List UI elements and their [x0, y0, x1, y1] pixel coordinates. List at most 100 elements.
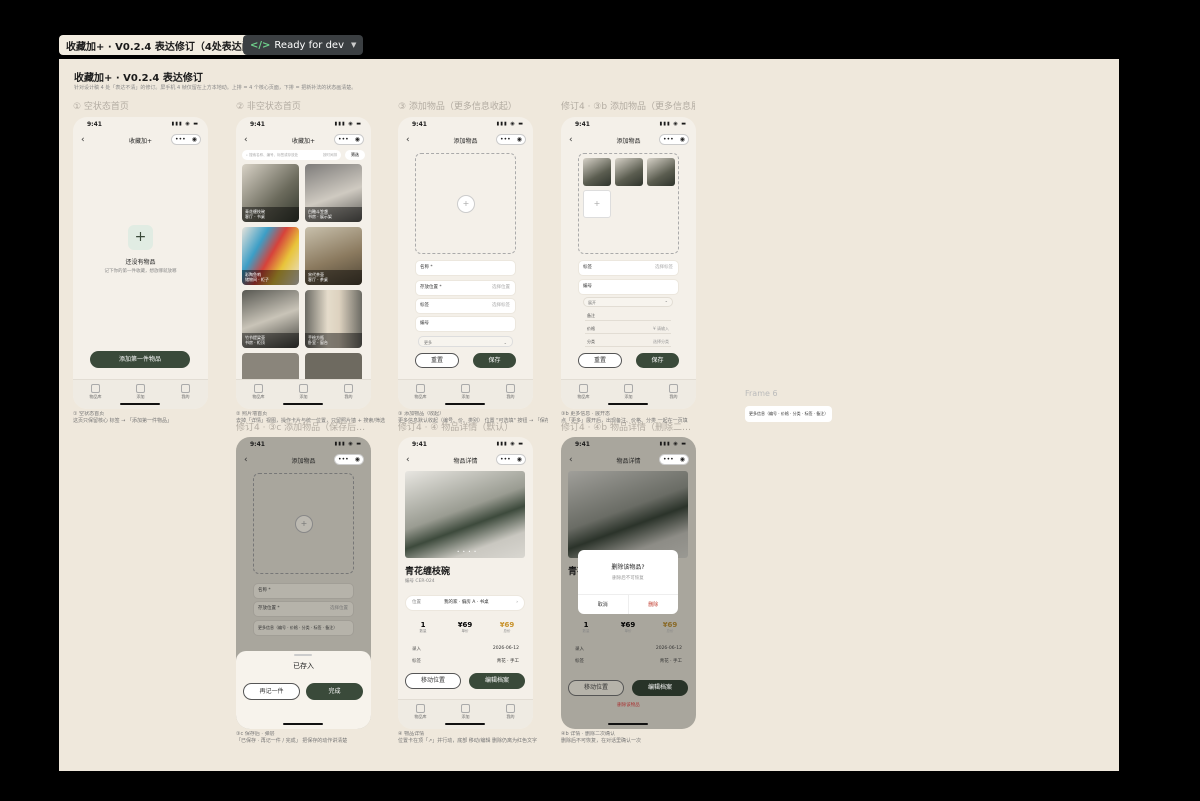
filter-button[interactable]: 筛选 — [345, 150, 365, 160]
phone-delete-confirm[interactable]: 9:41 ▮▮▮ ◉ ▬ ‹ 物品详情 •••◉ 青花缠枝碗 1数量 ¥69单价… — [561, 437, 696, 729]
more-dots-icon[interactable]: ••• — [338, 455, 349, 464]
photo-thumb[interactable] — [583, 158, 611, 186]
item-card[interactable]: 竹节提梁壶 书房 · 柜顶 — [242, 290, 299, 348]
save-button[interactable]: 保存 — [636, 353, 679, 368]
field-value: ¥ 请输入 — [653, 326, 669, 331]
tab-me[interactable]: 我的 — [334, 384, 364, 409]
item-card[interactable]: 白釉斗笠盏 书房 · 展示架 — [305, 164, 362, 222]
tab-add[interactable]: 添加 — [614, 384, 644, 409]
move-location-button[interactable]: 移动位置 — [405, 673, 461, 689]
code-field[interactable]: 编号 — [415, 316, 516, 332]
more-label: 更多 — [424, 340, 432, 345]
close-mini-icon[interactable]: ◉ — [680, 455, 685, 464]
more-dots-icon[interactable]: ••• — [500, 455, 511, 464]
home-indicator — [445, 403, 485, 405]
frame-note: ① 空状态首页 这页只保留核心 标签 → 「添加第一件物品」 — [73, 411, 172, 424]
phone-empty-home[interactable]: 9:41 ▮▮▮ ◉ ▬ ‹ 收藏加+ ••• ◉ + 还没有物品 记下你的第一件… — [73, 117, 208, 409]
location-card[interactable]: 位置 我的家 · 偏房 A · 书桌 › — [405, 595, 525, 611]
row-label: 录入 — [412, 647, 421, 652]
price-field[interactable]: 价格 ¥ 请输入 — [585, 324, 671, 334]
status-icons: ▮▮▮ ◉ ▬ — [496, 121, 524, 127]
add-photo-button[interactable]: + — [583, 190, 611, 218]
capsule-menu[interactable]: ••• ◉ — [496, 454, 526, 465]
item-card[interactable]: 青花缠枝碗 客厅 · 书桌 — [242, 164, 299, 222]
more-toggle[interactable]: 更多 ⌄ — [418, 336, 513, 347]
item-card[interactable]: 宋代茶壶 客厅 · 茶桌 — [305, 227, 362, 285]
status-icons: ▮▮▮ ◉ ▬ — [659, 121, 687, 127]
photo-thumb[interactable] — [647, 158, 675, 186]
tag-field[interactable]: 标签 选择标签 — [415, 298, 516, 314]
stat-value: ¥69 — [620, 621, 636, 629]
tab-me[interactable]: 我的 — [171, 384, 201, 409]
close-mini-icon[interactable]: ◉ — [680, 135, 685, 144]
code-field[interactable]: 编号 — [578, 279, 679, 295]
close-mini-icon[interactable]: ◉ — [355, 135, 360, 144]
capsule-menu[interactable]: ••• ◉ — [659, 134, 689, 145]
phone-home-grid[interactable]: 9:41 ▮▮▮ ◉ ▬ ‹ 收藏加+ ••• ◉ ⌕ 搜索名称、编号、标签或存放… — [236, 117, 371, 409]
more-dots-icon[interactable]: ••• — [338, 135, 349, 144]
item-card[interactable]: 手绘方瓶 卧室 · 窗台 — [305, 290, 362, 348]
library-icon — [579, 384, 588, 393]
location-field[interactable]: 存放位置 * 选择位置 — [415, 280, 516, 296]
done-button[interactable]: 完成 — [306, 683, 363, 700]
cancel-button[interactable]: 取消 — [578, 595, 629, 614]
tab-me[interactable]: 我的 — [496, 704, 526, 729]
tab-add[interactable]: 添加 — [289, 384, 319, 409]
save-button[interactable]: 保存 — [473, 353, 516, 368]
card-sub: 书房 · 展示架 — [308, 214, 332, 219]
tab-library[interactable]: 物品库 — [406, 704, 436, 729]
name-field[interactable]: 名称 * — [415, 260, 516, 276]
item-photo[interactable]: • • • • — [405, 471, 525, 558]
tab-library[interactable]: 物品库 — [406, 384, 436, 409]
record-another-button[interactable]: 再记一件 — [243, 683, 300, 700]
category-field[interactable]: 分类 选择分类 — [585, 337, 671, 347]
photo-upload-area[interactable]: + — [415, 153, 516, 254]
capsule-menu[interactable]: ••• ◉ — [659, 454, 689, 465]
capsule-menu[interactable]: ••• ◉ — [334, 134, 364, 145]
delete-item-link[interactable]: 删除该物品 — [561, 702, 696, 708]
close-mini-icon[interactable]: ◉ — [517, 135, 522, 144]
tab-add[interactable]: 添加 — [451, 704, 481, 729]
more-dots-icon[interactable]: ••• — [175, 135, 186, 144]
capsule-menu[interactable]: ••• ◉ — [496, 134, 526, 145]
capsule-menu[interactable]: ••• ◉ — [334, 454, 364, 465]
phone-add-saved-sheet[interactable]: 9:41 ▮▮▮ ◉ ▬ ‹ 添加物品 ••• ◉ + 名称 * 存放位置 * 选择… — [236, 437, 371, 729]
more-dots-icon[interactable]: ••• — [500, 135, 511, 144]
close-mini-icon[interactable]: ◉ — [192, 135, 197, 144]
more-toggle[interactable]: 展开 ⌃ — [583, 297, 673, 307]
more-dots-icon[interactable]: ••• — [663, 135, 674, 144]
sort-dropdown[interactable]: 按时间排 — [323, 150, 337, 160]
note-field[interactable]: 备注 — [585, 311, 671, 321]
close-mini-icon[interactable]: ◉ — [355, 455, 360, 464]
add-first-item-button[interactable]: 添加第一件物品 — [90, 351, 190, 368]
edit-record-button[interactable]: 编辑档案 — [469, 673, 525, 689]
tab-library[interactable]: 物品库 — [569, 384, 599, 409]
phone-add-collapsed[interactable]: 9:41 ▮▮▮ ◉ ▬ ‹ 添加物品 ••• ◉ + 名称 * 存放位置 * 选择… — [398, 117, 533, 409]
tab-me[interactable]: 我的 — [659, 384, 689, 409]
phone-add-expanded[interactable]: 9:41 ▮▮▮ ◉ ▬ ‹ 添加物品 ••• ◉ + 标签 选择标签 编号 展开 ⌃… — [561, 117, 696, 409]
capsule-menu[interactable]: ••• ◉ — [171, 134, 201, 145]
phone-item-detail[interactable]: 9:41 ▮▮▮ ◉ ▬ ‹ 物品详情 ••• ◉ • • • • 青花缠枝碗 编… — [398, 437, 533, 729]
confirm-delete-button[interactable]: 删除 — [629, 595, 679, 614]
tab-library[interactable]: 物品库 — [244, 384, 274, 409]
tab-add[interactable]: 添加 — [451, 384, 481, 409]
photo-upload-area[interactable]: + — [578, 153, 679, 254]
reset-button[interactable]: 重置 — [578, 353, 622, 368]
design-canvas[interactable]: 收藏加+ · V0.2.4 表达修订 针对设计稿 4 处「表达不清」的修订。屏手… — [59, 59, 1119, 771]
photo-thumb[interactable] — [615, 158, 643, 186]
close-mini-icon[interactable]: ◉ — [517, 455, 522, 464]
search-input[interactable]: ⌕ 搜索名称、编号、标签或存放处 按时间排 — [242, 150, 341, 160]
tag-field[interactable]: 标签 选择标签 — [578, 260, 679, 276]
frame6-chip[interactable]: 更多信息（编号 · 价格 · 分类 · 标签 · 备注） — [745, 406, 833, 422]
tab-library[interactable]: 物品库 — [81, 384, 111, 409]
reset-button[interactable]: 重置 — [415, 353, 459, 368]
tab-label: 我的 — [506, 714, 515, 719]
item-card[interactable]: 彩陶鱼哨 储物间 · 柜子 — [242, 227, 299, 285]
more-dots-icon[interactable]: ••• — [663, 455, 674, 464]
ready-for-dev-chip[interactable]: </> Ready for dev ▼ — [243, 35, 364, 55]
stat-total: ¥69 总价 — [655, 621, 685, 634]
tab-me[interactable]: 我的 — [496, 384, 526, 409]
tab-add[interactable]: 添加 — [126, 384, 156, 409]
status-time: 9:41 — [412, 121, 427, 128]
stat-quantity: 1 数量 — [571, 621, 601, 634]
